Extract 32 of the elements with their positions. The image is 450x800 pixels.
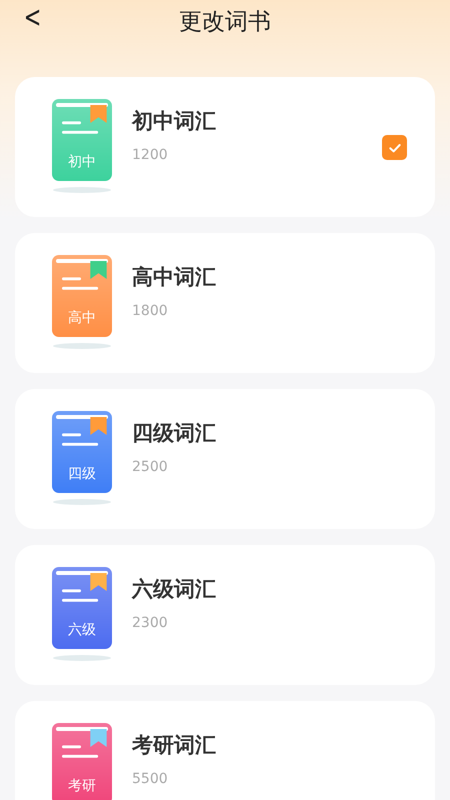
book-title: 高中词汇	[132, 264, 217, 291]
book-card[interactable]: 四级 四级词汇 2500	[15, 389, 435, 529]
book-card[interactable]: 考研 考研词汇 5500	[15, 701, 435, 800]
book-title: 六级词汇	[132, 576, 217, 603]
checkbox[interactable]	[382, 135, 407, 160]
cover-shadow	[53, 655, 111, 661]
word-count: 1200	[132, 147, 169, 163]
word-count: 2300	[132, 615, 169, 631]
back-button[interactable]: <	[24, 0, 42, 35]
word-count: 5500	[132, 771, 169, 787]
cover-shadow	[53, 187, 111, 193]
word-count: 1800	[132, 303, 169, 319]
cover-label: 高中	[67, 309, 97, 327]
book-card[interactable]: 六级 六级词汇 2300	[15, 545, 435, 685]
text-lines-icon	[62, 277, 100, 291]
text-lines-icon	[62, 745, 100, 759]
cover-shadow	[53, 343, 111, 349]
book-title: 考研词汇	[132, 732, 217, 759]
cover-label: 考研	[67, 777, 97, 795]
page-title: 更改词书	[179, 8, 271, 37]
text-lines-icon	[62, 589, 100, 603]
text-lines-icon	[62, 433, 100, 447]
cover-shadow	[53, 499, 111, 505]
book-title: 四级词汇	[132, 420, 217, 447]
cover-label: 六级	[67, 621, 97, 639]
book-card[interactable]: 初中 初中词汇 1200	[15, 77, 435, 217]
text-lines-icon	[62, 121, 100, 135]
word-count: 2500	[132, 459, 169, 475]
cover-label: 初中	[67, 153, 97, 171]
book-card[interactable]: 高中 高中词汇 1800	[15, 233, 435, 373]
cover-label: 四级	[67, 465, 97, 483]
book-title: 初中词汇	[132, 108, 217, 135]
